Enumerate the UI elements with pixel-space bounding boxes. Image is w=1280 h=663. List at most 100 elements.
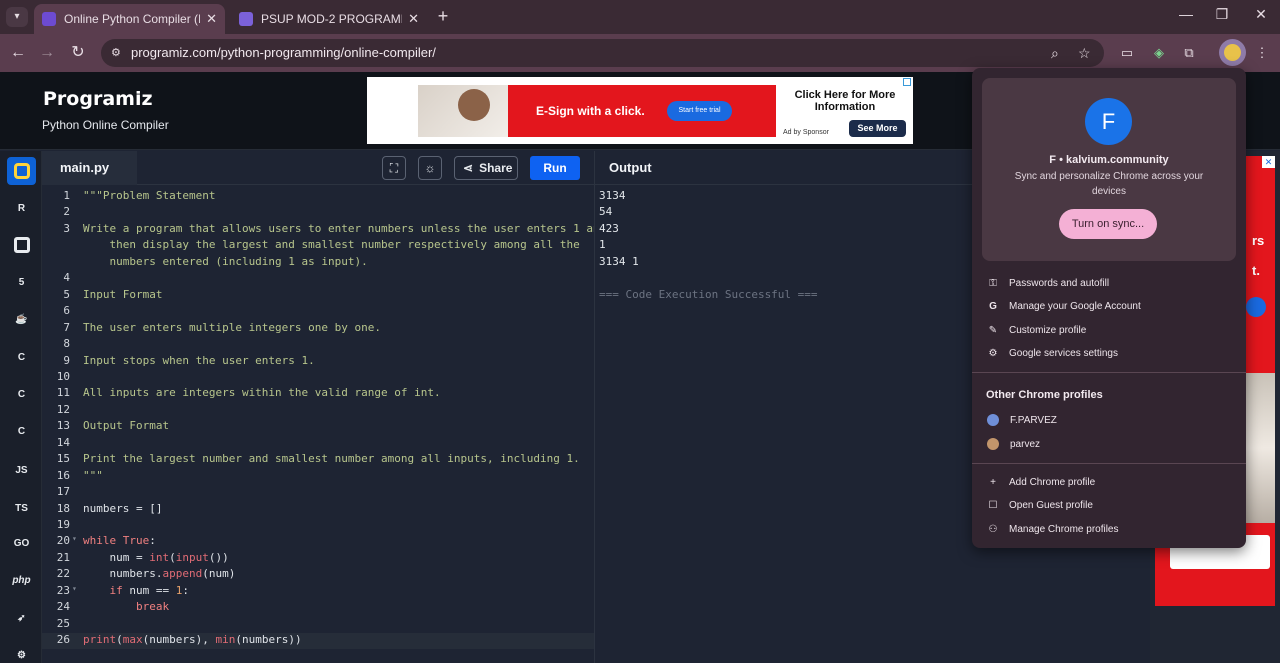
- code-line[interactable]: 15 Print the largest number and smallest …: [42, 452, 594, 468]
- ad-more-info[interactable]: Click Here for More Information: [790, 89, 900, 113]
- output-line: 1: [599, 238, 606, 252]
- close-tab-icon[interactable]: ✕: [408, 11, 419, 27]
- line-number: 5: [63, 287, 70, 301]
- fold-arrow-icon[interactable]: ▾: [72, 584, 77, 593]
- new-tab-button[interactable]: +: [432, 6, 454, 27]
- tab-search-button[interactable]: ▾: [6, 7, 28, 27]
- code-line[interactable]: 6: [42, 304, 594, 320]
- code-line[interactable]: 7 The user enters multiple integers one b…: [42, 321, 594, 337]
- code-line[interactable]: 26 print(max(numbers), min(numbers)): [42, 633, 594, 650]
- code-line[interactable]: 11 All inputs are integers within the val…: [42, 386, 594, 402]
- code-line[interactable]: 12: [42, 403, 594, 419]
- site-info-icon[interactable]: ⚙: [111, 46, 123, 59]
- minimize-button[interactable]: —: [1171, 6, 1201, 22]
- programiz-logo[interactable]: Programiz: [43, 88, 153, 110]
- profile-avatar: F: [1085, 98, 1132, 145]
- java-cup-icon: ☕: [15, 313, 28, 325]
- bookmark-star-icon[interactable]: ☆: [1078, 45, 1091, 62]
- close-window-button[interactable]: ✕: [1246, 6, 1276, 23]
- tab-psup-programming[interactable]: PSUP MOD-2 PROGRAMMING ✕: [231, 4, 427, 34]
- lang-java[interactable]: ☕: [7, 305, 36, 333]
- lang-csharp[interactable]: C: [7, 417, 36, 445]
- extensions-icon[interactable]: ⧉: [1180, 44, 1198, 62]
- turn-on-sync-button[interactable]: Turn on sync...: [1059, 209, 1157, 239]
- ad-see-more-button[interactable]: See More: [849, 120, 906, 137]
- code-line[interactable]: numbers entered (including 1 as input).: [42, 255, 594, 271]
- fullscreen-button[interactable]: ⛶: [382, 156, 406, 180]
- lang-rust[interactable]: ⚙: [7, 641, 36, 663]
- code-line[interactable]: 10: [42, 370, 594, 386]
- file-tab-main[interactable]: main.py: [42, 151, 137, 185]
- lang-swift[interactable]: ➶: [7, 604, 36, 632]
- code-line[interactable]: 25: [42, 617, 594, 633]
- banner-ad[interactable]: E-Sign with a click. Start free trial Cl…: [367, 77, 913, 144]
- code-line[interactable]: 21 num = int(input()): [42, 551, 594, 567]
- address-bar[interactable]: ⚙ programiz.com/python-programming/onlin…: [101, 39, 1104, 67]
- menu-manage-chrome-profiles[interactable]: ⚇ Manage Chrome profiles: [986, 519, 1119, 539]
- code-line[interactable]: 24 break: [42, 600, 594, 616]
- code-line[interactable]: 18 numbers = []: [42, 502, 594, 518]
- code-line[interactable]: 13 Output Format: [42, 419, 594, 435]
- adchoices-icon[interactable]: [903, 78, 911, 86]
- lang-cpp[interactable]: C: [7, 380, 36, 408]
- reload-button[interactable]: ↻: [68, 43, 88, 63]
- lang-php[interactable]: php: [7, 566, 36, 594]
- menu-divider: [972, 463, 1246, 464]
- code-line[interactable]: 20 ▾ while True:: [42, 534, 594, 550]
- shield-extension-icon[interactable]: ◈: [1150, 44, 1168, 62]
- code-line[interactable]: 23 ▾ if num == 1:: [42, 584, 594, 600]
- forward-button[interactable]: →: [37, 43, 57, 63]
- menu-add-chrome-profile[interactable]: + Add Chrome profile: [986, 472, 1095, 492]
- ad-trial-button[interactable]: Start free trial: [667, 101, 732, 121]
- lang-r[interactable]: R: [7, 194, 36, 222]
- lang-ts[interactable]: TS: [7, 494, 36, 522]
- line-number: 21: [56, 550, 70, 564]
- code-line[interactable]: 3 Write a program that allows users to en…: [42, 222, 606, 238]
- back-button[interactable]: ←: [8, 43, 28, 63]
- code-line[interactable]: 8: [42, 337, 594, 353]
- line-number: 9: [63, 353, 70, 367]
- lang-go[interactable]: GO: [7, 529, 36, 557]
- code-line[interactable]: then display the largest and smallest nu…: [42, 238, 594, 254]
- share-button[interactable]: ⋖ Share: [454, 156, 518, 180]
- fold-arrow-icon[interactable]: ▾: [72, 534, 77, 543]
- profile-item-parvez[interactable]: parvez: [986, 434, 1040, 454]
- profile-item-fparvez[interactable]: F.PARVEZ: [986, 410, 1057, 430]
- code-line[interactable]: 22 numbers.append(num): [42, 567, 594, 583]
- menu-passwords-autofill[interactable]: ⚿ Passwords and autofill: [986, 273, 1109, 293]
- lang-python[interactable]: [7, 157, 36, 185]
- code-line[interactable]: 16 """: [42, 469, 594, 485]
- ad-headline: E-Sign with a click.: [536, 104, 645, 118]
- code-line[interactable]: 5 Input Format: [42, 288, 594, 304]
- tab-title: PSUP MOD-2 PROGRAMMING: [261, 12, 402, 26]
- lang-sql[interactable]: [7, 231, 36, 259]
- maximize-button[interactable]: ❐: [1207, 6, 1237, 23]
- lang-js[interactable]: JS: [7, 456, 36, 484]
- ad-red-panel: E-Sign with a click. Start free trial: [418, 85, 776, 137]
- chrome-menu-icon[interactable]: ⋮: [1253, 44, 1271, 62]
- menu-open-guest-profile[interactable]: ☐ Open Guest profile: [986, 495, 1093, 515]
- code-editor[interactable]: 1 """Problem Statement 2 3 Write a program t…: [42, 185, 606, 663]
- code-line[interactable]: 9 Input stops when the user enters 1.: [42, 354, 594, 370]
- lang-c[interactable]: C: [7, 343, 36, 371]
- code-line[interactable]: 4: [42, 271, 594, 287]
- side-ad-close-icon[interactable]: ✕: [1262, 156, 1275, 168]
- menu-google-services-settings[interactable]: ⚙ Google services settings: [986, 343, 1118, 363]
- menu-customize-profile[interactable]: ✎ Customize profile: [986, 320, 1086, 340]
- side-ad-button[interactable]: [1246, 297, 1266, 317]
- code-line[interactable]: 17: [42, 485, 594, 501]
- close-tab-icon[interactable]: ✕: [206, 11, 217, 27]
- code-line[interactable]: 1 """Problem Statement: [42, 189, 594, 205]
- theme-toggle-button[interactable]: ☼: [418, 156, 442, 180]
- cast-icon[interactable]: ▭: [1118, 44, 1136, 62]
- code-line[interactable]: 2: [42, 205, 594, 221]
- code-line[interactable]: 14: [42, 436, 594, 452]
- run-button[interactable]: Run: [530, 156, 580, 180]
- tab-python-compiler[interactable]: Online Python Compiler (Interp ✕: [34, 4, 225, 34]
- zoom-icon[interactable]: ⌕: [1051, 45, 1059, 62]
- code-line[interactable]: 19: [42, 518, 594, 534]
- menu-manage-google-account[interactable]: G Manage your Google Account: [986, 296, 1141, 316]
- profile-avatar-button[interactable]: [1219, 39, 1246, 66]
- line-number: 23: [56, 583, 70, 597]
- lang-html[interactable]: 5: [7, 268, 36, 296]
